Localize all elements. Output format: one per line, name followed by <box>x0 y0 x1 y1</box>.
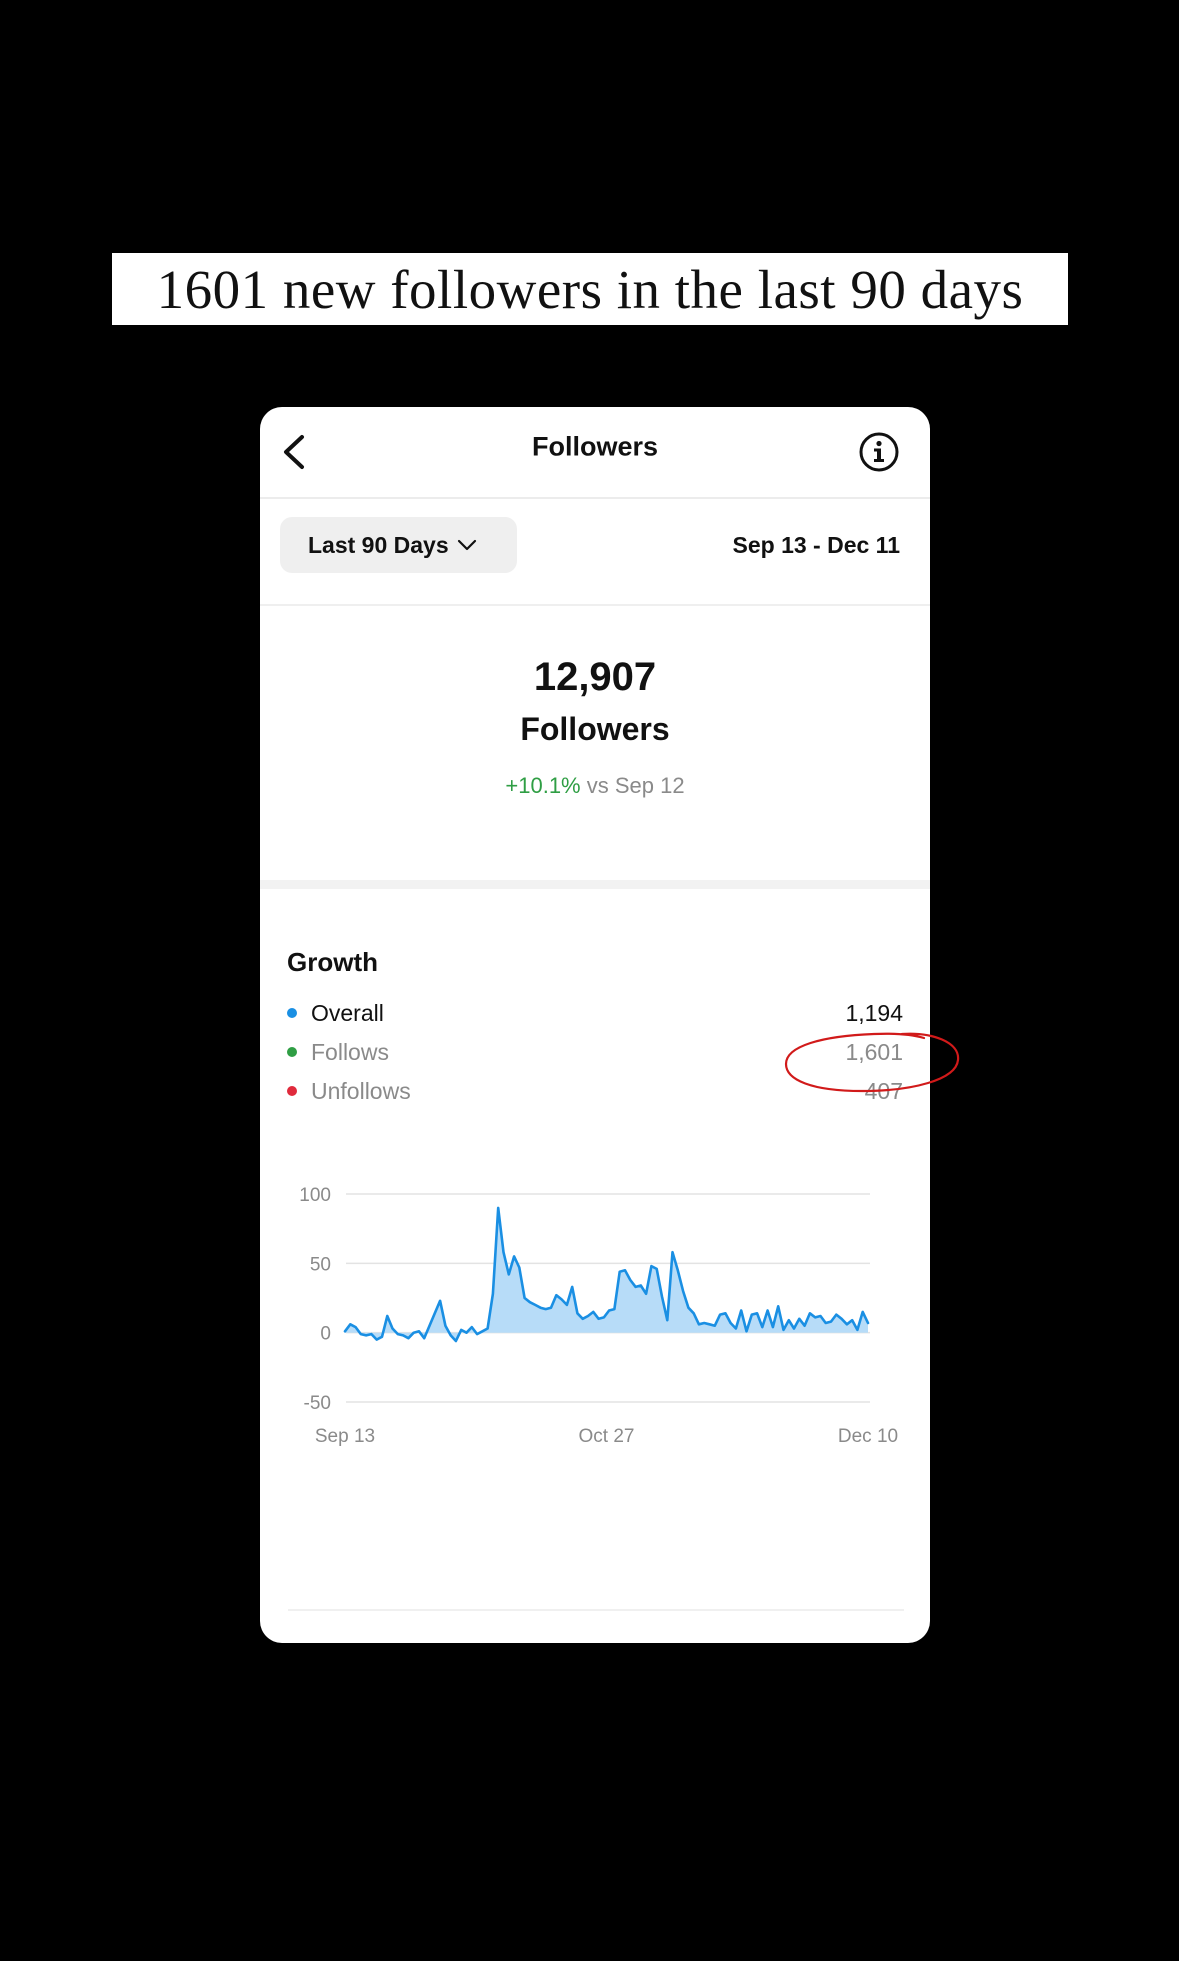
date-range-text: Sep 13 - Dec 11 <box>732 532 901 558</box>
caption-banner: 1601 new followers in the last 90 days <box>112 253 1068 325</box>
growth-chart: 100 50 0 -50 Sep 13 Oct 27 Dec 10 <box>299 1185 898 1447</box>
info-icon[interactable] <box>857 430 901 474</box>
growth-row-value: 1,194 <box>845 999 903 1026</box>
page-title: Followers <box>531 431 659 462</box>
section-divider <box>260 880 930 889</box>
growth-row-value: 1,601 <box>845 1038 903 1065</box>
growth-row-follows: Follows 1,601 <box>287 1034 903 1070</box>
growth-row-label: Unfollows <box>311 1077 411 1104</box>
growth-title: Growth <box>287 947 378 977</box>
y-tick-label: 50 <box>310 1254 331 1275</box>
chevron-down-icon <box>457 539 476 551</box>
filter-row: Last 90 Days Sep 13 - Dec 11 <box>260 499 930 606</box>
x-tick-label: Sep 13 <box>315 1426 375 1447</box>
overall-dot-icon <box>287 1008 297 1018</box>
bottom-divider <box>288 1609 904 1611</box>
change-vs-period: +10.1% vs Sep 12 <box>260 773 930 799</box>
y-tick-label: 100 <box>299 1185 331 1206</box>
date-range-dropdown-label: Last 90 Days <box>308 531 449 558</box>
change-suffix: vs Sep 12 <box>586 773 685 798</box>
growth-row-overall: Overall 1,194 <box>287 995 903 1031</box>
followers-insights-card: Followers Last 90 Days Sep 13 - Dec 11 1… <box>260 407 930 1643</box>
unfollows-dot-icon <box>287 1086 297 1096</box>
follower-count: 12,907 <box>533 655 657 699</box>
summary-section: 12,907 Followers +10.1% vs Sep 12 <box>260 605 930 887</box>
growth-row-unfollows: Unfollows 407 <box>287 1073 903 1109</box>
x-tick-label: Oct 27 <box>579 1426 635 1447</box>
growth-row-label: Follows <box>311 1038 389 1065</box>
growth-row-label: Overall <box>311 999 384 1026</box>
change-percent: +10.1% <box>505 773 581 798</box>
growth-row-value: 407 <box>864 1077 903 1104</box>
follows-dot-icon <box>287 1047 297 1057</box>
follower-count-label: Followers <box>520 711 670 747</box>
y-tick-label: -50 <box>304 1393 331 1414</box>
x-tick-label: Dec 10 <box>838 1426 898 1447</box>
date-range-dropdown[interactable]: Last 90 Days <box>280 517 517 573</box>
y-tick-label: 0 <box>320 1324 331 1345</box>
top-bar: Followers <box>260 407 930 499</box>
